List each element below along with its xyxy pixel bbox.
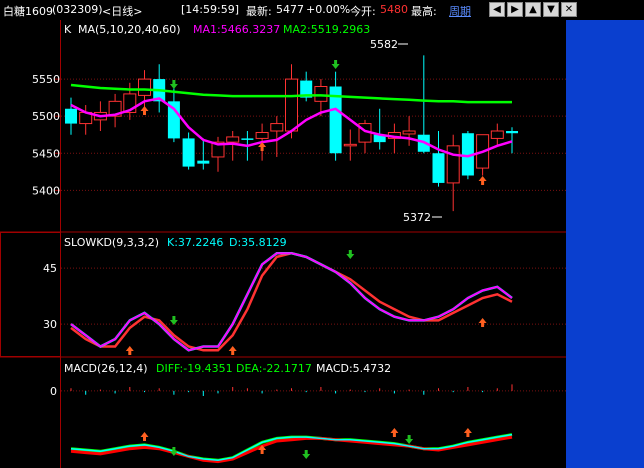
high-marker: 5582 [370, 38, 398, 51]
sell-signal-icon [169, 316, 178, 325]
candle-body [241, 138, 254, 140]
buy-signal-icon [125, 346, 134, 355]
macd-tick-label: 0 [50, 385, 57, 398]
zoom-in-icon[interactable]: ▲ [525, 2, 541, 17]
low-marker: 5372 [403, 211, 431, 224]
candle-body [270, 123, 284, 132]
sell-signal-icon [346, 250, 355, 259]
latest-label: 最新: [246, 5, 272, 18]
symbol-name: 白糖1609 [3, 5, 53, 18]
candle-body [182, 138, 195, 167]
price-tick-label: 5500 [32, 110, 60, 123]
close-icon[interactable]: ✕ [561, 2, 577, 17]
candle-body [490, 130, 504, 139]
candle-body [506, 131, 518, 134]
candle-body [226, 136, 240, 143]
kd-tick-label: 45 [43, 262, 57, 275]
ma-label: MA(5,10,20,40,60) [78, 23, 181, 36]
change-value: +0.00% [306, 3, 351, 16]
candle-body [285, 78, 298, 132]
kd-title: SLOWKD(9,3,3,2) [64, 236, 159, 249]
price-tick-label: 5550 [32, 73, 60, 86]
symbol-code: (032309) [52, 3, 103, 16]
dea-line [70, 435, 513, 464]
candle-body [314, 86, 328, 102]
latest-value: 5477 [276, 3, 304, 16]
buy-signal-icon [140, 432, 149, 441]
prev-icon[interactable]: ◀ [489, 2, 505, 17]
buy-signal-icon [228, 346, 237, 355]
diff-label: DIFF:-19.4351 [156, 362, 233, 375]
period-label: <日线> [102, 5, 143, 18]
right-side-panel [566, 20, 644, 468]
sell-signal-icon [302, 450, 311, 459]
buy-signal-icon [478, 176, 487, 185]
kd-tick-label: 30 [43, 318, 57, 331]
candle-body [432, 153, 445, 183]
title-bar: 白糖1609 (032309) <日线> [14:59:59] 最新: 5477… [0, 0, 644, 20]
candle-body [65, 108, 77, 124]
macd-title: MACD(26,12,4) [64, 362, 148, 375]
macd-label: MACD:5.4732 [316, 362, 391, 375]
candle-body [446, 145, 460, 184]
sell-signal-icon [405, 435, 414, 444]
open-value: 5480 [380, 3, 408, 16]
price-tick-label: 5450 [32, 147, 60, 160]
candle-body [255, 131, 269, 139]
sell-signal-icon [331, 60, 340, 69]
price-panel-title: K [64, 23, 72, 36]
buy-signal-icon [463, 428, 472, 437]
time-label: [14:59:59] [181, 3, 239, 16]
period-link[interactable]: 周期 [449, 3, 471, 19]
buy-signal-icon [140, 106, 149, 115]
open-label: 今开: [350, 5, 376, 18]
buy-signal-icon [478, 318, 487, 327]
kd-axis-box [0, 232, 61, 357]
k-label: K:37.2246 [167, 236, 223, 249]
chart-area[interactable]: K MA(5,10,20,40,60) MA1:5466.3237 MA2:55… [0, 20, 566, 468]
buy-signal-icon [390, 428, 399, 437]
price-tick-label: 5400 [32, 184, 60, 197]
high-label: 最高: [411, 5, 437, 18]
candle-body [138, 78, 151, 96]
ma2-label: MA2:5519.2963 [283, 23, 370, 36]
ma1-label: MA1:5466.3237 [193, 23, 280, 36]
dea-label: DEA:-22.1717 [236, 362, 312, 375]
d-label: D:35.8129 [229, 236, 287, 249]
candle-body [402, 130, 416, 135]
sell-signal-icon [169, 80, 178, 89]
zoom-out-icon[interactable]: ▼ [543, 2, 559, 17]
candle-body [343, 143, 357, 147]
grid [61, 78, 566, 392]
next-icon[interactable]: ▶ [507, 2, 523, 17]
candle-body [197, 160, 210, 164]
